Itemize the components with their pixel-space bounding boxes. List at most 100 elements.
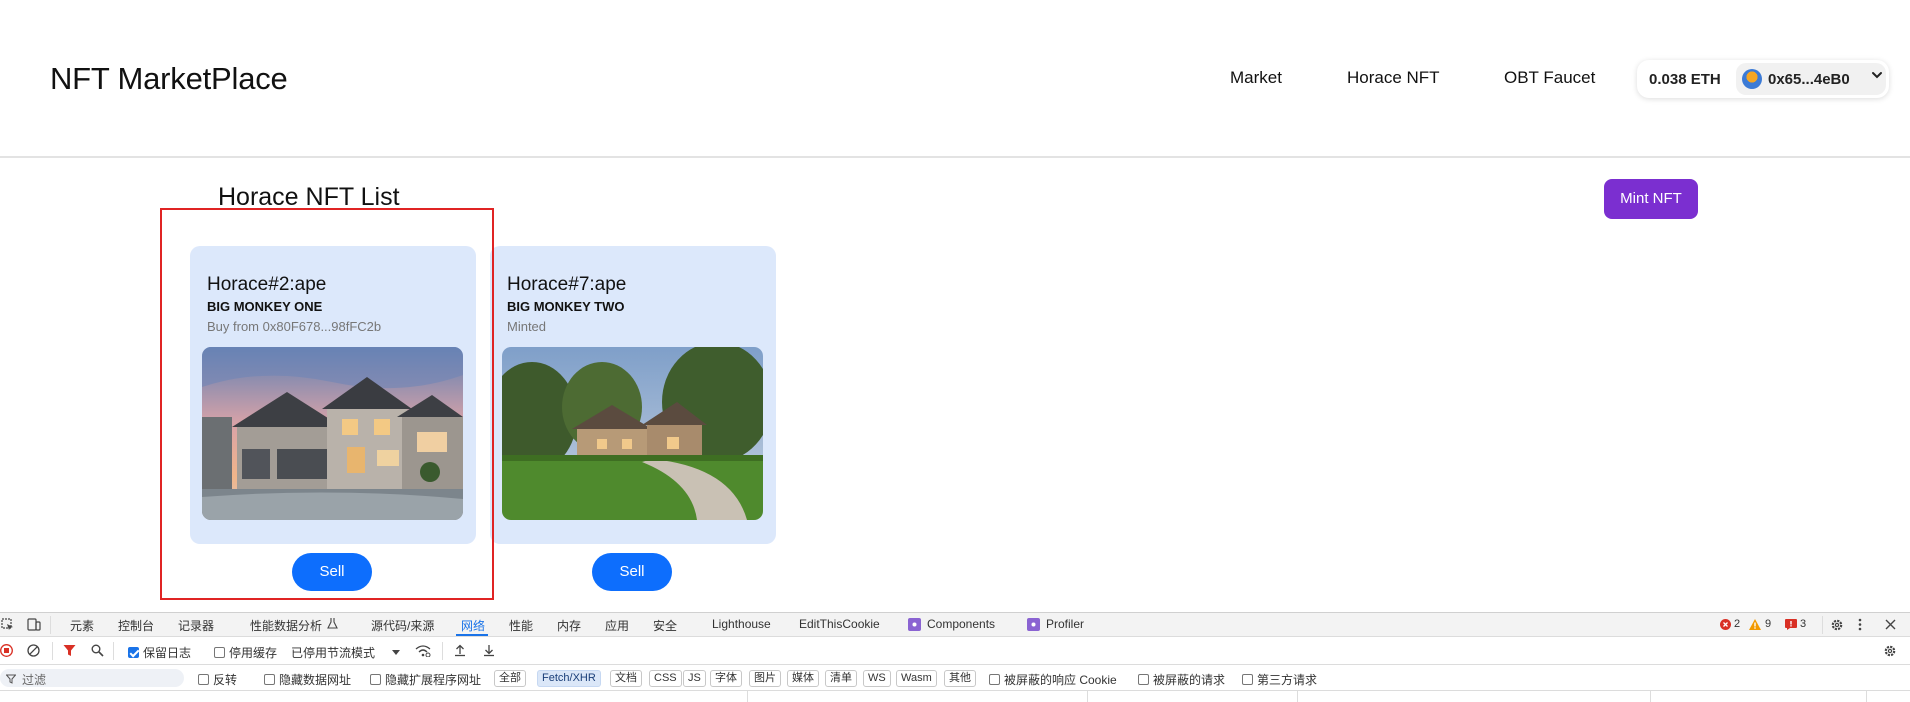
search-icon[interactable] bbox=[91, 644, 104, 660]
tab-lighthouse[interactable]: Lighthouse bbox=[712, 617, 771, 631]
tab-editthiscookie[interactable]: EditThisCookie bbox=[799, 617, 880, 631]
blocked-cookies-checkbox[interactable]: 被屏蔽的响应 Cookie bbox=[989, 671, 1117, 688]
tab-recorder[interactable]: 记录器 bbox=[178, 617, 214, 634]
wallet-balance: 0.038 ETH bbox=[1649, 71, 1721, 88]
wallet-account[interactable]: 0x65...4eB0 bbox=[1736, 63, 1886, 95]
wallet-address: 0x65...4eB0 bbox=[1768, 71, 1850, 88]
dropdown-arrow-icon bbox=[392, 645, 400, 659]
toolbar-divider bbox=[50, 616, 51, 634]
tab-profiler[interactable]: Profiler bbox=[1046, 617, 1084, 631]
nav-horace-nft[interactable]: Horace NFT bbox=[1347, 68, 1440, 88]
third-party-label: 第三方请求 bbox=[1257, 673, 1318, 687]
wallet-avatar-icon bbox=[1742, 69, 1762, 89]
checkbox-icon bbox=[370, 674, 381, 685]
blocked-requests-label: 被屏蔽的请求 bbox=[1153, 673, 1226, 687]
type-filter-ws[interactable]: WS bbox=[863, 670, 891, 687]
disable-cache-checkbox[interactable]: 停用缓存 bbox=[214, 644, 277, 661]
chevron-down-icon bbox=[1870, 68, 1884, 85]
mint-nft-button[interactable]: Mint NFT bbox=[1604, 179, 1698, 219]
checkbox-icon bbox=[264, 674, 275, 685]
tab-console[interactable]: 控制台 bbox=[118, 617, 154, 634]
third-party-checkbox[interactable]: 第三方请求 bbox=[1242, 671, 1317, 688]
nft-card: Horace#7:ape BIG MONKEY TWO Minted bbox=[490, 246, 776, 544]
import-har-icon[interactable] bbox=[454, 644, 466, 660]
close-icon[interactable] bbox=[1885, 618, 1896, 633]
hide-extension-urls-checkbox[interactable]: 隐藏扩展程序网址 bbox=[370, 671, 481, 688]
toolbar-divider bbox=[442, 642, 443, 660]
type-filter-fetch-xhr[interactable]: Fetch/XHR bbox=[537, 670, 601, 687]
type-filter-img[interactable]: 图片 bbox=[749, 670, 781, 687]
type-filter-css[interactable]: CSS bbox=[649, 670, 682, 687]
tab-application[interactable]: 应用 bbox=[605, 617, 629, 634]
type-filter-wasm[interactable]: Wasm bbox=[896, 670, 937, 687]
tab-security[interactable]: 安全 bbox=[653, 617, 677, 634]
tab-memory[interactable]: 内存 bbox=[557, 617, 581, 634]
checkbox-icon bbox=[1242, 674, 1253, 685]
filter-input[interactable]: 过滤 bbox=[0, 669, 184, 687]
issues-icon bbox=[1785, 619, 1797, 633]
nav-market[interactable]: Market bbox=[1230, 68, 1282, 88]
more-options-icon[interactable] bbox=[1858, 618, 1862, 634]
type-filter-manifest[interactable]: 清单 bbox=[825, 670, 857, 687]
tab-network[interactable]: 网络 bbox=[461, 617, 485, 634]
filter-funnel-icon bbox=[5, 673, 17, 687]
issues-count[interactable]: 3 bbox=[1800, 618, 1806, 630]
nft-status: Minted bbox=[507, 319, 547, 334]
network-settings-gear-icon[interactable] bbox=[1883, 644, 1897, 661]
sell-button[interactable]: Sell bbox=[592, 553, 672, 591]
tab-performance-insights[interactable]: 性能数据分析 bbox=[250, 617, 322, 634]
preserve-log-checkbox[interactable]: 保留日志 bbox=[128, 644, 191, 661]
site-brand[interactable]: NFT MarketPlace bbox=[50, 61, 288, 97]
disable-cache-label: 停用缓存 bbox=[229, 646, 278, 660]
throttle-select[interactable]: 已停用节流模式 bbox=[291, 644, 375, 661]
export-har-icon[interactable] bbox=[483, 644, 495, 660]
tab-performance[interactable]: 性能 bbox=[509, 617, 533, 634]
error-icon bbox=[1720, 619, 1731, 633]
column-divider bbox=[1297, 691, 1298, 702]
checkbox-icon bbox=[214, 647, 225, 658]
clear-icon[interactable] bbox=[27, 644, 40, 660]
filter-placeholder: 过滤 bbox=[22, 673, 47, 687]
toolbar-divider bbox=[1822, 616, 1823, 634]
network-toolbar: 保留日志 停用缓存 已停用节流模式 bbox=[0, 637, 1910, 665]
nft-subtitle: BIG MONKEY TWO bbox=[507, 299, 625, 314]
request-table-header bbox=[0, 691, 1910, 702]
type-filter-media[interactable]: 媒体 bbox=[787, 670, 819, 687]
type-filter-other[interactable]: 其他 bbox=[944, 670, 976, 687]
invert-checkbox[interactable]: 反转 bbox=[198, 671, 237, 688]
hide-data-urls-checkbox[interactable]: 隐藏数据网址 bbox=[264, 671, 351, 688]
column-divider bbox=[1087, 691, 1088, 702]
tab-components[interactable]: Components bbox=[927, 617, 995, 631]
device-toolbar-icon[interactable] bbox=[27, 618, 41, 634]
record-stop-icon[interactable] bbox=[0, 644, 13, 660]
checkbox-icon bbox=[989, 674, 1000, 685]
blocked-cookies-label: 被屏蔽的响应 Cookie bbox=[1004, 673, 1117, 687]
checkbox-icon bbox=[1138, 674, 1149, 685]
type-filter-doc[interactable]: 文档 bbox=[610, 670, 642, 687]
settings-gear-icon[interactable] bbox=[1830, 618, 1844, 635]
active-tab-indicator bbox=[456, 634, 488, 636]
warning-icon bbox=[1749, 619, 1761, 633]
selection-highlight bbox=[160, 208, 494, 600]
type-filter-all[interactable]: 全部 bbox=[494, 670, 526, 687]
react-components-icon bbox=[908, 618, 921, 634]
type-filter-font[interactable]: 字体 bbox=[710, 670, 742, 687]
type-filter-js[interactable]: JS bbox=[683, 670, 706, 687]
nft-title: Horace#7:ape bbox=[507, 274, 627, 295]
hide-data-urls-label: 隐藏数据网址 bbox=[279, 673, 352, 687]
tab-sources[interactable]: 源代码/来源 bbox=[371, 617, 434, 634]
error-count[interactable]: 2 bbox=[1734, 618, 1740, 630]
wallet-button[interactable]: 0.038 ETH 0x65...4eB0 bbox=[1637, 60, 1889, 98]
hide-extension-urls-label: 隐藏扩展程序网址 bbox=[385, 673, 482, 687]
throttle-label: 已停用节流模式 bbox=[291, 646, 376, 660]
react-profiler-icon bbox=[1027, 618, 1040, 634]
warning-count[interactable]: 9 bbox=[1765, 618, 1771, 630]
inspect-element-icon[interactable] bbox=[1, 618, 14, 634]
blocked-requests-checkbox[interactable]: 被屏蔽的请求 bbox=[1138, 671, 1225, 688]
network-conditions-icon[interactable] bbox=[415, 644, 431, 660]
site-header: NFT MarketPlace Market Horace NFT OBT Fa… bbox=[0, 0, 1910, 158]
tab-elements[interactable]: 元素 bbox=[70, 617, 94, 634]
flask-icon bbox=[327, 617, 338, 633]
nav-obt-faucet[interactable]: OBT Faucet bbox=[1504, 68, 1595, 88]
filter-icon[interactable] bbox=[63, 644, 76, 660]
